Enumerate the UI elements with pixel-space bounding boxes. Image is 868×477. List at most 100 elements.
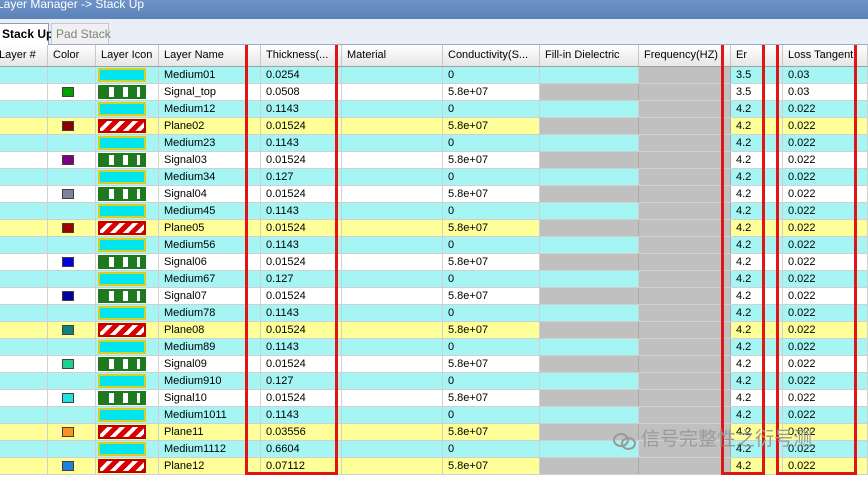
column-header-layer-name[interactable]: Layer Name <box>159 45 261 66</box>
table-row[interactable]: Medium12 0.1143 0 4.2 0.022 <box>0 101 868 118</box>
material-cell[interactable] <box>342 373 443 389</box>
layer-name-cell[interactable]: Medium910 <box>159 373 261 389</box>
layer-number-cell[interactable] <box>0 339 48 355</box>
material-cell[interactable] <box>342 441 443 457</box>
layer-number-cell[interactable] <box>0 135 48 151</box>
material-cell[interactable] <box>342 118 443 134</box>
fill-in-dielectric-cell[interactable] <box>540 152 639 168</box>
thickness-cell[interactable]: 0.1143 <box>261 135 342 151</box>
material-cell[interactable] <box>342 339 443 355</box>
thickness-cell[interactable]: 0.1143 <box>261 305 342 321</box>
fill-in-dielectric-cell[interactable] <box>540 237 639 253</box>
frequency-cell[interactable] <box>639 254 731 270</box>
material-cell[interactable] <box>342 84 443 100</box>
material-cell[interactable] <box>342 254 443 270</box>
layer-name-cell[interactable]: Medium34 <box>159 169 261 185</box>
table-row[interactable]: Signal_top 0.0508 5.8e+07 3.5 0.03 <box>0 84 868 101</box>
conductivity-cell[interactable]: 5.8e+07 <box>443 322 540 338</box>
layer-name-cell[interactable]: Signal07 <box>159 288 261 304</box>
color-swatch[interactable] <box>62 325 74 335</box>
material-cell[interactable] <box>342 169 443 185</box>
loss-tangent-cell[interactable]: 0.022 <box>783 203 868 219</box>
er-cell[interactable]: 4.2 <box>731 356 783 372</box>
layer-name-cell[interactable]: Signal_top <box>159 84 261 100</box>
table-row[interactable]: Medium67 0.127 0 4.2 0.022 <box>0 271 868 288</box>
loss-tangent-cell[interactable]: 0.022 <box>783 220 868 236</box>
conductivity-cell[interactable]: 5.8e+07 <box>443 356 540 372</box>
material-cell[interactable] <box>342 271 443 287</box>
frequency-cell[interactable] <box>639 135 731 151</box>
er-cell[interactable]: 4.2 <box>731 169 783 185</box>
material-cell[interactable] <box>342 390 443 406</box>
er-cell[interactable]: 4.2 <box>731 254 783 270</box>
color-cell[interactable] <box>48 288 96 304</box>
fill-in-dielectric-cell[interactable] <box>540 288 639 304</box>
loss-tangent-cell[interactable]: 0.022 <box>783 169 868 185</box>
frequency-cell[interactable] <box>639 288 731 304</box>
layer-number-cell[interactable] <box>0 288 48 304</box>
layer-name-cell[interactable]: Medium1112 <box>159 441 261 457</box>
conductivity-cell[interactable]: 0 <box>443 67 540 83</box>
er-cell[interactable]: 4.2 <box>731 101 783 117</box>
loss-tangent-cell[interactable]: 0.022 <box>783 118 868 134</box>
frequency-cell[interactable] <box>639 220 731 236</box>
er-cell[interactable]: 4.2 <box>731 271 783 287</box>
thickness-cell[interactable]: 0.1143 <box>261 339 342 355</box>
fill-in-dielectric-cell[interactable] <box>540 169 639 185</box>
loss-tangent-cell[interactable]: 0.022 <box>783 101 868 117</box>
thickness-cell[interactable]: 0.6604 <box>261 441 342 457</box>
er-cell[interactable]: 3.5 <box>731 84 783 100</box>
layer-name-cell[interactable]: Signal04 <box>159 186 261 202</box>
table-row[interactable]: Signal09 0.01524 5.8e+07 4.2 0.022 <box>0 356 868 373</box>
conductivity-cell[interactable]: 0 <box>443 203 540 219</box>
layer-number-cell[interactable] <box>0 237 48 253</box>
layer-number-cell[interactable] <box>0 186 48 202</box>
column-header-er[interactable]: Er <box>731 45 783 66</box>
material-cell[interactable] <box>342 288 443 304</box>
tab-pad-stack[interactable]: Pad Stack <box>51 23 111 44</box>
color-cell[interactable] <box>48 356 96 372</box>
color-cell[interactable] <box>48 135 96 151</box>
layer-number-cell[interactable] <box>0 169 48 185</box>
conductivity-cell[interactable]: 0 <box>443 305 540 321</box>
fill-in-dielectric-cell[interactable] <box>540 339 639 355</box>
frequency-cell[interactable] <box>639 101 731 117</box>
frequency-cell[interactable] <box>639 305 731 321</box>
material-cell[interactable] <box>342 322 443 338</box>
conductivity-cell[interactable]: 0 <box>443 135 540 151</box>
frequency-cell[interactable] <box>639 237 731 253</box>
conductivity-cell[interactable]: 5.8e+07 <box>443 84 540 100</box>
conductivity-cell[interactable]: 5.8e+07 <box>443 458 540 474</box>
table-row[interactable]: Medium56 0.1143 0 4.2 0.022 <box>0 237 868 254</box>
conductivity-cell[interactable]: 0 <box>443 237 540 253</box>
column-header-thickness[interactable]: Thickness(... <box>261 45 342 66</box>
color-cell[interactable] <box>48 390 96 406</box>
fill-in-dielectric-cell[interactable] <box>540 203 639 219</box>
conductivity-cell[interactable]: 5.8e+07 <box>443 288 540 304</box>
frequency-cell[interactable] <box>639 186 731 202</box>
fill-in-dielectric-cell[interactable] <box>540 254 639 270</box>
layer-number-cell[interactable] <box>0 84 48 100</box>
er-cell[interactable]: 4.2 <box>731 118 783 134</box>
thickness-cell[interactable]: 0.0254 <box>261 67 342 83</box>
frequency-cell[interactable] <box>639 84 731 100</box>
frequency-cell[interactable] <box>639 203 731 219</box>
column-header-loss-tangent[interactable]: Loss Tangent <box>783 45 868 66</box>
frequency-cell[interactable] <box>639 118 731 134</box>
color-cell[interactable] <box>48 101 96 117</box>
layer-number-cell[interactable] <box>0 305 48 321</box>
conductivity-cell[interactable]: 5.8e+07 <box>443 118 540 134</box>
er-cell[interactable]: 4.2 <box>731 305 783 321</box>
color-cell[interactable] <box>48 407 96 423</box>
layer-name-cell[interactable]: Medium1011 <box>159 407 261 423</box>
table-row[interactable]: Plane12 0.07112 5.8e+07 4.2 0.022 <box>0 458 868 475</box>
thickness-cell[interactable]: 0.0508 <box>261 84 342 100</box>
material-cell[interactable] <box>342 135 443 151</box>
table-row[interactable]: Plane02 0.01524 5.8e+07 4.2 0.022 <box>0 118 868 135</box>
fill-in-dielectric-cell[interactable] <box>540 356 639 372</box>
material-cell[interactable] <box>342 237 443 253</box>
thickness-cell[interactable]: 0.1143 <box>261 203 342 219</box>
color-cell[interactable] <box>48 339 96 355</box>
fill-in-dielectric-cell[interactable] <box>540 305 639 321</box>
conductivity-cell[interactable]: 0 <box>443 373 540 389</box>
